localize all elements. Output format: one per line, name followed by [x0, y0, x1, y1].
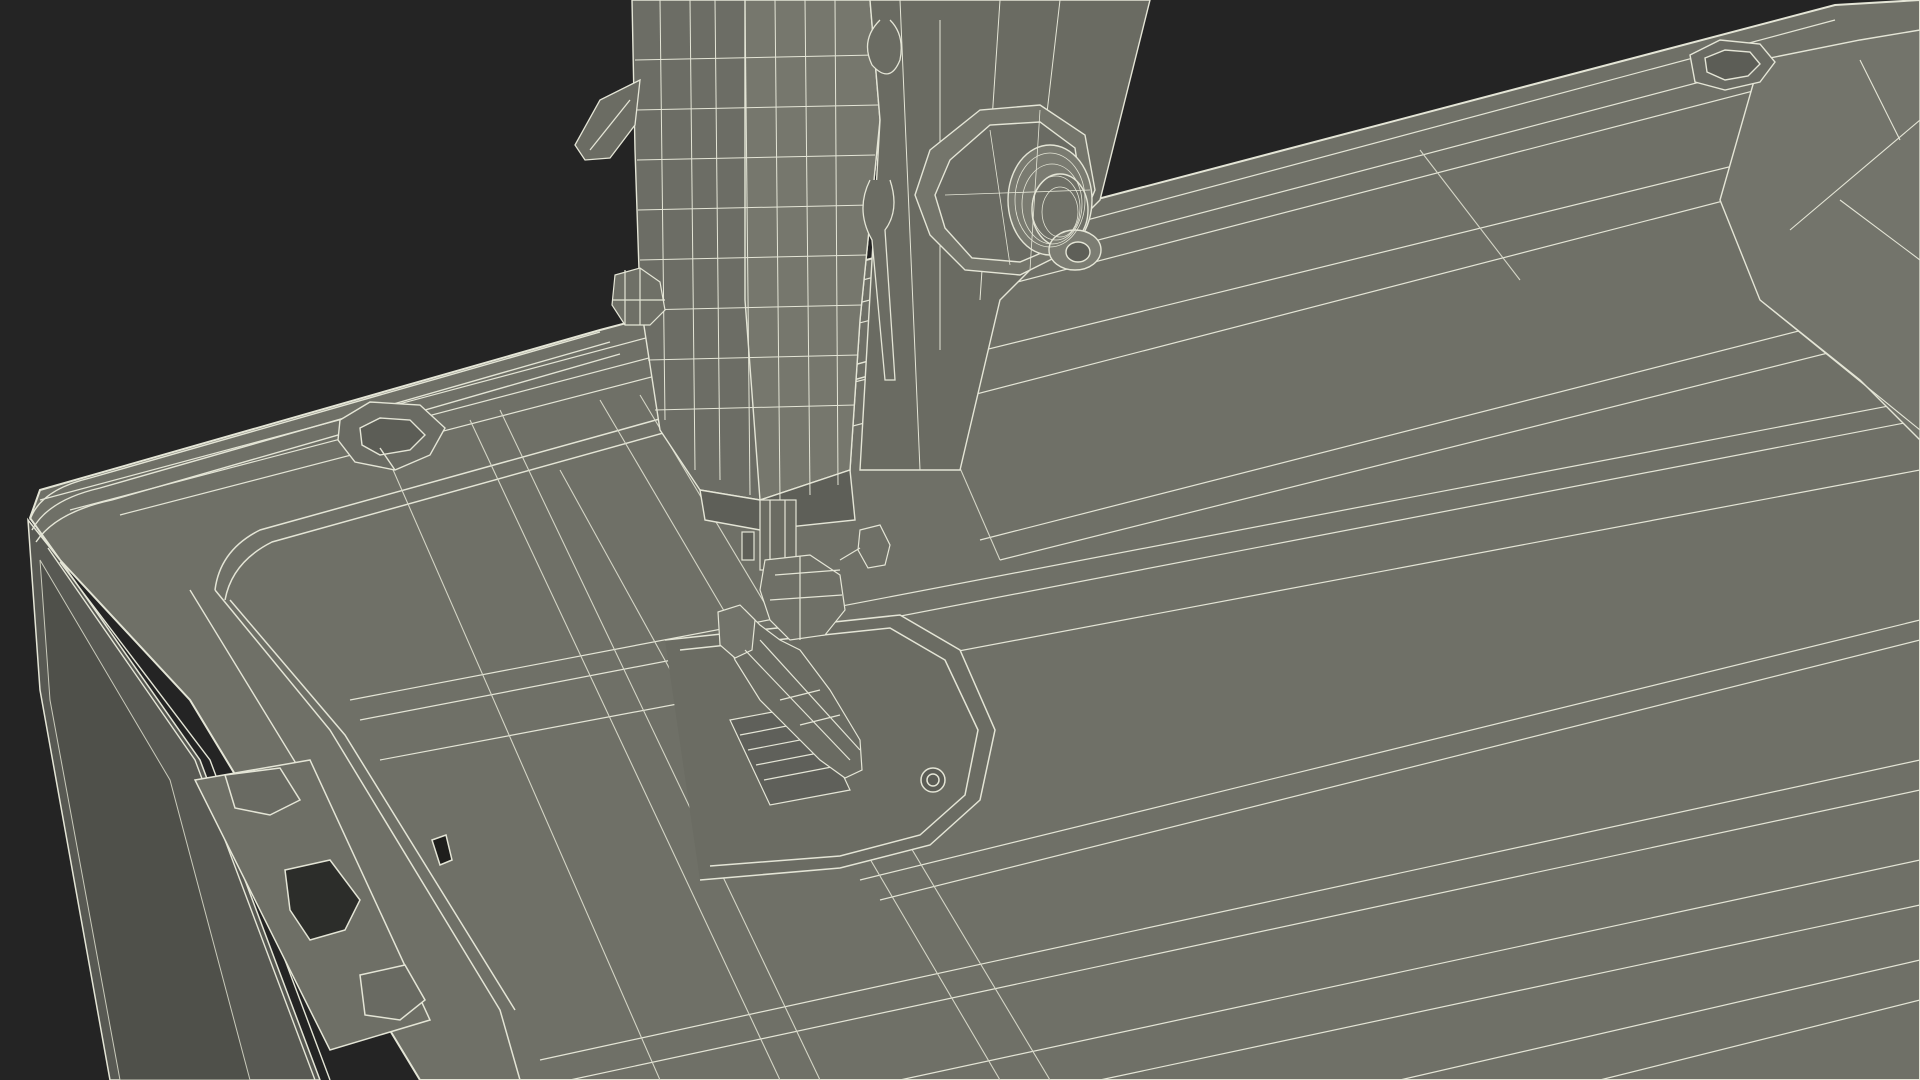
wireframe-render [0, 0, 1920, 1080]
render-viewport [0, 0, 1920, 1080]
